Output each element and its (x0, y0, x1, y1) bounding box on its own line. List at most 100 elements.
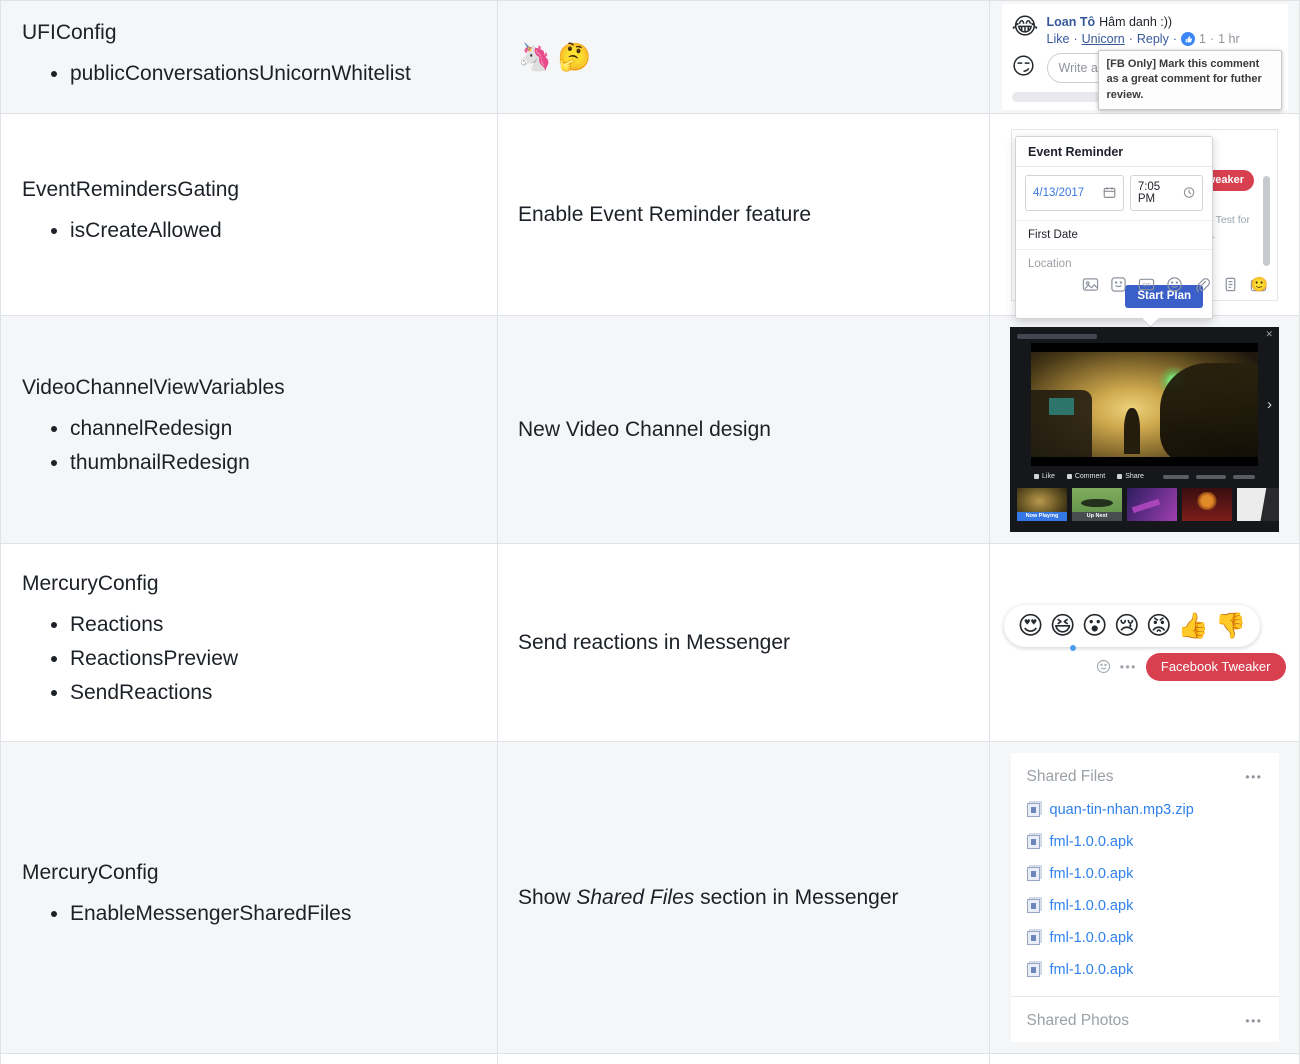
file-row[interactable]: fml-1.0.0.apk (1026, 930, 1263, 946)
thinking-emoji: 🤔 (557, 42, 598, 72)
up-next-label: Up Next (1072, 512, 1122, 521)
paperclip-icon[interactable] (1194, 276, 1211, 293)
reactions-screenshot: 😍 😆 😮 😢 😡 👍 👎 ••• Facebook Tweaker (1003, 604, 1286, 681)
video-thumbnail[interactable] (1237, 488, 1279, 521)
file-row[interactable]: fml-1.0.0.apk (1026, 866, 1263, 882)
emoji-icon[interactable] (1166, 276, 1183, 293)
config-params: EnableMessengerSharedFiles (22, 893, 477, 934)
screenshot-cell: Shared Files ••• quan-tin-nhan.mp3.zip f… (989, 742, 1299, 1053)
table-row: VideoChannelViewVariables channelRedesig… (1, 316, 1299, 544)
video-thumbnail[interactable]: Up Next (1072, 488, 1122, 521)
sad-reaction[interactable]: 😢 (1114, 612, 1140, 640)
feature-table: UFIConfig publicConversationsUnicornWhit… (0, 0, 1300, 1064)
popup-title: Event Reminder (1016, 137, 1212, 167)
smiley-icon[interactable] (1096, 659, 1111, 674)
description-text: Enable Event Reminder feature (518, 202, 812, 226)
more-options-icon[interactable]: ••• (1245, 770, 1262, 784)
location-input[interactable]: Location (1016, 248, 1212, 278)
file-link: fml-1.0.0.apk (1049, 930, 1134, 946)
screenshot-cell: k Tweaker er Test for M. Event Reminder … (989, 114, 1299, 319)
file-link: quan-tin-nhan.mp3.zip (1049, 802, 1194, 818)
wow-reaction[interactable]: 😮 (1082, 612, 1108, 640)
more-options-icon[interactable]: ••• (1120, 660, 1137, 674)
scene-character (1124, 407, 1140, 454)
laughing-reaction[interactable]: 😆 (1050, 612, 1076, 640)
share-button[interactable]: Share (1117, 473, 1144, 480)
event-reminder-screenshot: k Tweaker er Test for M. Event Reminder … (1011, 128, 1278, 319)
thumbs-down-reaction[interactable]: 👎 (1215, 612, 1246, 640)
fb-only-tooltip: [FB Only] Mark this comment as a great c… (1097, 50, 1282, 111)
sticker-icon[interactable] (1110, 276, 1127, 293)
shared-photos-title: Shared Photos (1026, 1012, 1130, 1029)
config-name: VideoChannelViewVariables (22, 376, 285, 399)
thumbs-up-reaction[interactable]: 👍 (1178, 612, 1209, 640)
close-icon[interactable]: ✕ (1265, 329, 1273, 340)
plan-icon[interactable] (1222, 276, 1239, 293)
angry-reaction[interactable]: 😡 (1146, 612, 1172, 640)
gif-icon[interactable]: GIF (1138, 276, 1155, 293)
file-row[interactable]: fml-1.0.0.apk (1026, 898, 1263, 914)
bullet-item: isCreateAllowed (70, 217, 477, 244)
like-count: 1 (1199, 32, 1206, 46)
video-title-placeholder (1017, 334, 1097, 339)
bullet-item: ReactionsPreview (70, 645, 477, 672)
file-row[interactable]: fml-1.0.0.apk (1026, 962, 1263, 978)
file-row[interactable]: quan-tin-nhan.mp3.zip (1026, 802, 1263, 818)
description-emojis: 🦄🤔 (518, 41, 597, 73)
photo-icon[interactable] (1082, 276, 1099, 293)
bullet-item: thumbnailRedesign (70, 449, 477, 476)
table-row: MercuryConfig Reactions ReactionsPreview… (1, 544, 1299, 742)
separator: · (1073, 32, 1078, 46)
next-chevron-icon[interactable]: › (1267, 397, 1272, 412)
file-row[interactable]: fml-1.0.0.apk (1026, 834, 1263, 850)
screenshot-cell: ✕ › Like Comment Share Now Playing Up Ne… (989, 316, 1299, 543)
emoji-picker-icon[interactable]: 🙂 (1251, 276, 1268, 293)
reply-link[interactable]: Reply (1137, 32, 1169, 46)
bullet-item: publicConversationsUnicornWhitelist (70, 60, 477, 87)
description-cell: Enable Event Reminder feature (497, 114, 989, 315)
file-icon (1026, 803, 1040, 817)
config-cell: VideoChannelViewVariables channelRedesig… (1, 316, 497, 543)
time-input[interactable]: 7:05 PM (1129, 174, 1203, 211)
like-button[interactable]: Like (1034, 473, 1055, 480)
like-link[interactable]: Like (1047, 32, 1070, 46)
config-params: Reactions ReactionsPreview SendReactions (22, 604, 477, 713)
config-params: publicConversationsUnicornWhitelist (22, 53, 477, 94)
separator: · (1209, 32, 1215, 46)
video-thumbnail[interactable] (1127, 488, 1177, 521)
table-row-partial (1, 1054, 1299, 1064)
video-channel-screenshot: ✕ › Like Comment Share Now Playing Up Ne… (1010, 327, 1279, 532)
unicorn-link[interactable]: Unicorn (1082, 32, 1125, 46)
bullet-item: SendReactions (70, 679, 477, 706)
composer-row: 😏 Write a c [FB Only] Mark this comment … (1012, 50, 1282, 111)
file-icon (1026, 931, 1040, 945)
video-player[interactable] (1031, 343, 1258, 466)
avatar: 😂 (1011, 13, 1039, 39)
comment-time[interactable]: 1 hr (1218, 32, 1240, 46)
file-icon (1026, 963, 1040, 977)
date-value: 4/13/2017 (1033, 186, 1085, 199)
bullet-item: channelRedesign (70, 415, 477, 442)
scrollbar[interactable] (1263, 175, 1270, 266)
more-options-icon[interactable]: ••• (1245, 1014, 1262, 1028)
svg-text:GIF: GIF (1142, 282, 1151, 288)
heart-eyes-reaction[interactable]: 😍 (1018, 612, 1044, 640)
separator: · (1128, 32, 1133, 46)
video-thumbnail[interactable]: Now Playing (1017, 488, 1067, 521)
bullet-item: EnableMessengerSharedFiles (70, 900, 477, 927)
config-name: MercuryConfig (22, 861, 159, 884)
screenshot-cell: 😂 Loan Tô Hâm danh :)) Like · Unicorn · R… (989, 1, 1299, 113)
like-icon (1034, 474, 1039, 479)
config-name: MercuryConfig (22, 572, 159, 595)
date-input[interactable]: 4/13/2017 (1025, 174, 1124, 211)
comment-author[interactable]: Loan Tô (1047, 15, 1096, 29)
config-cell: UFIConfig publicConversationsUnicornWhit… (1, 1, 497, 113)
config-params: channelRedesign thumbnailRedesign (22, 408, 477, 483)
video-thumbnail[interactable] (1182, 488, 1232, 521)
video-stats (1163, 474, 1255, 479)
description-cell: Send reactions in Messenger (497, 544, 989, 741)
comment-button[interactable]: Comment (1066, 473, 1105, 480)
description-text: Show Shared Files section in Messenger (518, 885, 899, 909)
config-cell: MercuryConfig EnableMessengerSharedFiles (1, 742, 497, 1053)
composer-toolbar: GIF (1082, 276, 1267, 293)
